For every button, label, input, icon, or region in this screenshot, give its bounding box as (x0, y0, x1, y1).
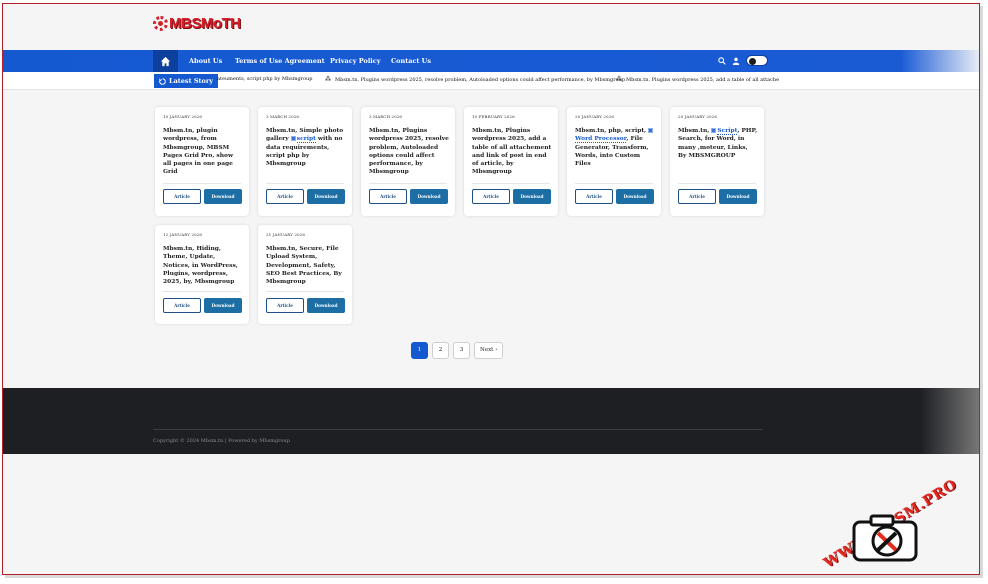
article-button[interactable]: Article (266, 189, 304, 204)
copyright-text: Copyright © 2024 Mbsm.tn | Powered by Mb… (153, 438, 290, 444)
post-date: 3 MARCH 2026 (369, 114, 403, 119)
search-icon[interactable] (718, 56, 726, 65)
article-button[interactable]: Article (369, 189, 407, 204)
post-date: 12 JANUARY 2026 (163, 232, 202, 237)
site-header: MBSMoTH (3, 4, 979, 50)
download-button[interactable]: Download (616, 189, 654, 204)
post-date: 20 JANUARY 2026 (575, 114, 614, 119)
main-nav: About Us Terms of Use Agreement Privacy … (3, 50, 979, 72)
post-title[interactable]: Mbsm.tn, Simple photo gallery script wit… (266, 127, 346, 168)
post-date: 21 JANUARY 2026 (266, 232, 305, 237)
user-icon[interactable] (732, 57, 740, 65)
post-card[interactable]: 20 JANUARY 2026 Mbsm.tn, php, script, Wo… (567, 107, 661, 216)
footer-divider (153, 429, 763, 430)
site-footer: Copyright © 2024 Mbsm.tn | Powered by Mb… (3, 388, 979, 454)
post-card[interactable]: 12 JANUARY 2026 Mbsm.tn, Hiding, Theme, … (155, 225, 249, 324)
article-button[interactable]: Article (266, 298, 304, 313)
card-divider (163, 183, 241, 184)
post-card[interactable]: 10 FEBRUARY 2026 Mbsm.tn, Plugins wordpr… (464, 107, 558, 216)
home-button[interactable] (153, 50, 178, 72)
refresh-icon (159, 77, 166, 85)
post-date: 3 MARCH 2026 (266, 114, 300, 119)
download-button[interactable]: Download (410, 189, 448, 204)
post-title[interactable]: Mbsm.tn, Plugins wordpress 2025, resolve… (369, 127, 449, 177)
post-card[interactable]: 3 MARCH 2026 Mbsm.tn, Plugins wordpress … (361, 107, 455, 216)
latest-story-ticker: Latest Story ateuments, script php by Mb… (3, 72, 979, 90)
card-divider (472, 183, 550, 184)
watermark: WWW.MBSM.PRO (815, 476, 975, 571)
download-button[interactable]: Download (719, 189, 757, 204)
download-button[interactable]: Download (307, 298, 345, 313)
card-divider (163, 291, 241, 292)
article-button[interactable]: Article (163, 298, 201, 313)
nav-item-about[interactable]: About Us (189, 50, 222, 72)
ticker-item[interactable]: ateuments, script php by Mbsmgroup (217, 76, 312, 82)
dark-mode-toggle[interactable] (746, 55, 768, 66)
post-date: 10 JANUARY 2026 (163, 114, 202, 119)
article-button[interactable]: Article (472, 189, 510, 204)
card-divider (678, 183, 756, 184)
ticker-item[interactable]: ⁂ Mbsm.tn, Plugins wordpress 2025, add a… (616, 76, 779, 83)
script-link[interactable]: Script (717, 127, 738, 135)
sparkle-icon: ⁂ (616, 76, 622, 83)
download-button[interactable]: Download (204, 298, 242, 313)
post-card[interactable]: 10 JANUARY 2026 Mbsm.tn, plugin wordpres… (155, 107, 249, 216)
script-link[interactable]: script (296, 135, 316, 144)
card-divider (266, 291, 344, 292)
post-card[interactable]: 20 JANUARY 2026 Mbsm.tn, Script, PHP, Se… (670, 107, 764, 216)
card-divider (575, 183, 653, 184)
post-date: 10 FEBRUARY 2026 (472, 114, 515, 119)
post-title[interactable]: Mbsm.tn, php, script, Word Processor, Fi… (575, 127, 655, 168)
post-date: 20 JANUARY 2026 (678, 114, 717, 119)
post-title[interactable]: Mbsm.tn, plugin wordpress, from Mbsmgrou… (163, 127, 243, 177)
latest-story-label: Latest Story (154, 74, 219, 88)
image-icon (648, 128, 654, 133)
nav-item-terms[interactable]: Terms of Use Agreement (235, 50, 325, 72)
post-title[interactable]: Mbsm.tn, Secure, File Upload System, Dev… (266, 245, 346, 286)
logo-text: MBSMoTH (169, 15, 241, 32)
logo-gear-icon (153, 16, 168, 31)
image-icon (711, 128, 717, 133)
post-title[interactable]: Mbsm.tn, Plugins wordpress 2025, add a t… (472, 127, 552, 177)
sparkle-icon: ⁂ (325, 76, 331, 83)
ticker-item[interactable]: ⁂ Mbsm.tn, Plugins wordpress 2025, resol… (325, 76, 625, 83)
article-button[interactable]: Article (678, 189, 716, 204)
post-title[interactable]: Mbsm.tn, Hiding, Theme, Update, Notices,… (163, 245, 243, 286)
page-1-button[interactable]: 1 (411, 342, 428, 359)
word-processor-link[interactable]: Word Processor (575, 135, 627, 144)
nav-item-contact[interactable]: Contact Us (391, 50, 431, 72)
card-divider (266, 183, 344, 184)
download-button[interactable]: Download (307, 189, 345, 204)
camera-tools-icon (852, 514, 918, 562)
image-icon (290, 136, 296, 142)
nav-item-privacy[interactable]: Privacy Policy (330, 50, 381, 72)
home-icon (160, 56, 171, 66)
article-button[interactable]: Article (163, 189, 201, 204)
download-button[interactable]: Download (204, 189, 242, 204)
post-title[interactable]: Mbsm.tn, Script, PHP, Search, for Word, … (678, 127, 758, 160)
page-2-button[interactable]: 2 (432, 342, 449, 359)
card-divider (369, 183, 447, 184)
site-logo[interactable]: MBSMoTH (153, 15, 241, 32)
post-card[interactable]: 21 JANUARY 2026 Mbsm.tn, Secure, File Up… (258, 225, 352, 324)
next-page-button[interactable]: Next › (474, 342, 504, 359)
pagination: 1 2 3 Next › (411, 342, 504, 359)
page-3-button[interactable]: 3 (453, 342, 470, 359)
download-button[interactable]: Download (513, 189, 551, 204)
article-button[interactable]: Article (575, 189, 613, 204)
post-card[interactable]: 3 MARCH 2026 Mbsm.tn, Simple photo galle… (258, 107, 352, 216)
nav-tools (718, 55, 768, 66)
